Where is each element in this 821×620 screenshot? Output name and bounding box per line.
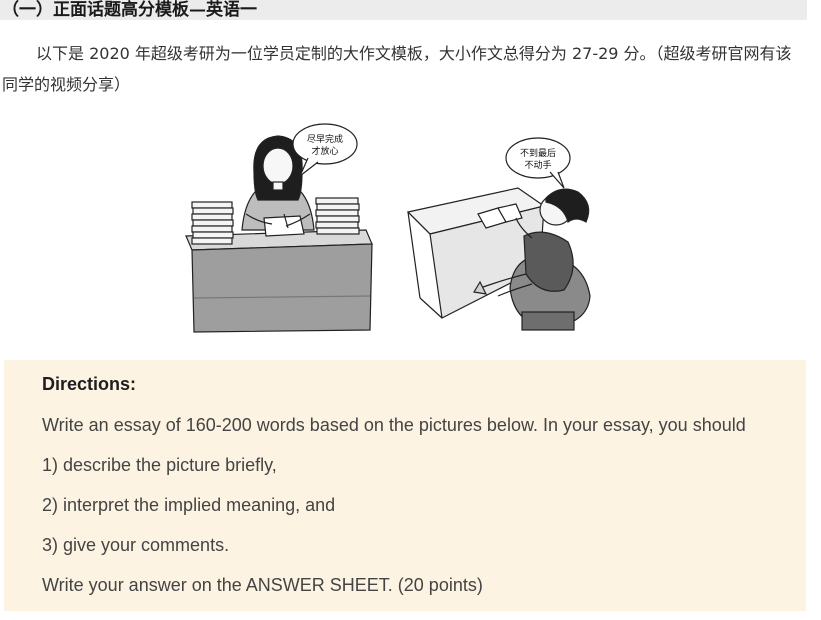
directions-box: Directions: Write an essay of 160-200 wo… xyxy=(4,360,806,611)
bubble-left-line-2: 才放心 xyxy=(311,145,338,157)
section-heading-bar: （一）正面话题高分模板—英语一 xyxy=(0,0,807,20)
cartoon-illustration: 尽早完成 才放心 不到最后 不动手 xyxy=(185,123,591,333)
left-scene xyxy=(185,135,373,333)
bubble-right-line-2: 不动手 xyxy=(524,159,551,171)
right-scene xyxy=(406,187,591,331)
directions-line-2: 1) describe the picture briefly, xyxy=(42,455,277,475)
bubble-right-line-1: 不到最后 xyxy=(520,147,556,159)
directions-title: Directions: xyxy=(42,374,137,394)
speech-bubble-right: 不到最后 不动手 xyxy=(505,137,571,189)
section-heading: （一）正面话题高分模板—英语一 xyxy=(2,0,257,20)
directions-line-5: Write your answer on the ANSWER SHEET. (… xyxy=(42,575,483,595)
intro-paragraph: 以下是 2020 年超级考研为一位学员定制的大作文模板，大小作文总得分为 27-… xyxy=(2,44,792,94)
directions-line-3: 2) interpret the implied meaning, and xyxy=(42,495,336,515)
directions-line-1: Write an essay of 160-200 words based on… xyxy=(42,415,746,435)
directions-line-4: 3) give your comments. xyxy=(42,535,230,555)
bubble-left-line-1: 尽早完成 xyxy=(307,133,343,145)
